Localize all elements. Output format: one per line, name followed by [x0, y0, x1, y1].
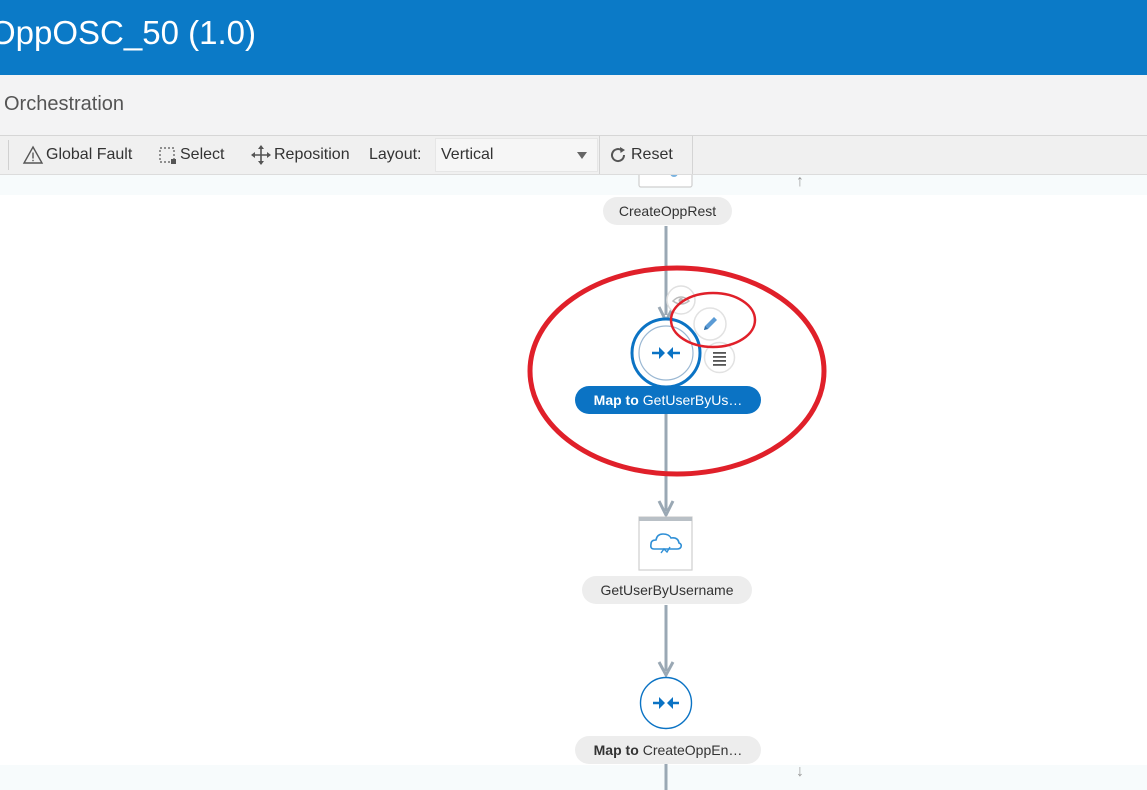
orchestration-canvas[interactable]: CreateOppRest Map to GetUserByUs… GetUse… [0, 175, 1147, 790]
toolbar-divider [8, 140, 9, 170]
map-node-createopp[interactable] [639, 676, 693, 730]
reset-button[interactable]: Reset [599, 136, 693, 174]
invoke-node-getuserbyusername[interactable] [638, 516, 693, 571]
select-button[interactable]: Select [158, 136, 224, 174]
menu-action-button[interactable] [703, 341, 736, 374]
move-arrows-icon [250, 144, 272, 166]
sub-header: Orchestration [0, 75, 1147, 136]
integration-title: OppOSC_50 (1.0) [0, 14, 256, 51]
reset-label: Reset [631, 146, 673, 163]
section-title: Orchestration [4, 93, 125, 115]
global-fault-label: Global Fault [46, 146, 133, 163]
node-label-createopprest[interactable]: CreateOppRest [603, 197, 732, 225]
reposition-label: Reposition [274, 146, 350, 163]
title-bar: OppOSC_50 (1.0) [0, 0, 1147, 75]
reposition-button[interactable]: Reposition [250, 136, 350, 174]
invoke-node-createopprest[interactable] [638, 175, 693, 189]
canvas-toolbar: Global Fault Select Reposition Layout: V… [0, 136, 1147, 175]
global-fault-button[interactable]: Global Fault [22, 136, 132, 174]
warning-icon [22, 145, 44, 165]
list-menu-icon [703, 341, 736, 374]
refresh-icon [608, 145, 628, 165]
node-label-map-createopp[interactable]: Map to CreateOppEn… [575, 736, 761, 764]
scroll-down-arrow[interactable]: ↓ [796, 763, 804, 781]
layout-label: Layout: [369, 146, 422, 163]
map-target-name: GetUserByUs… [642, 392, 743, 408]
scroll-up-arrow[interactable]: ↑ [796, 175, 804, 191]
layout-select-value: Vertical [441, 146, 494, 163]
flow-connectors [657, 226, 675, 790]
node-label-map-getuserbyusername[interactable]: Map to GetUserByUs… [575, 386, 761, 414]
select-label: Select [180, 146, 225, 163]
map-node-getuserbyusername[interactable] [630, 317, 702, 389]
map-to-prefix: Map to [593, 742, 639, 758]
layout-select[interactable]: Vertical [435, 138, 598, 172]
map-to-prefix: Map to [593, 392, 639, 408]
chevron-down-icon [577, 152, 587, 159]
select-marquee-icon [158, 145, 178, 165]
node-label-getuserbyusername[interactable]: GetUserByUsername [582, 576, 752, 604]
map-target-name: CreateOppEn… [642, 742, 743, 758]
